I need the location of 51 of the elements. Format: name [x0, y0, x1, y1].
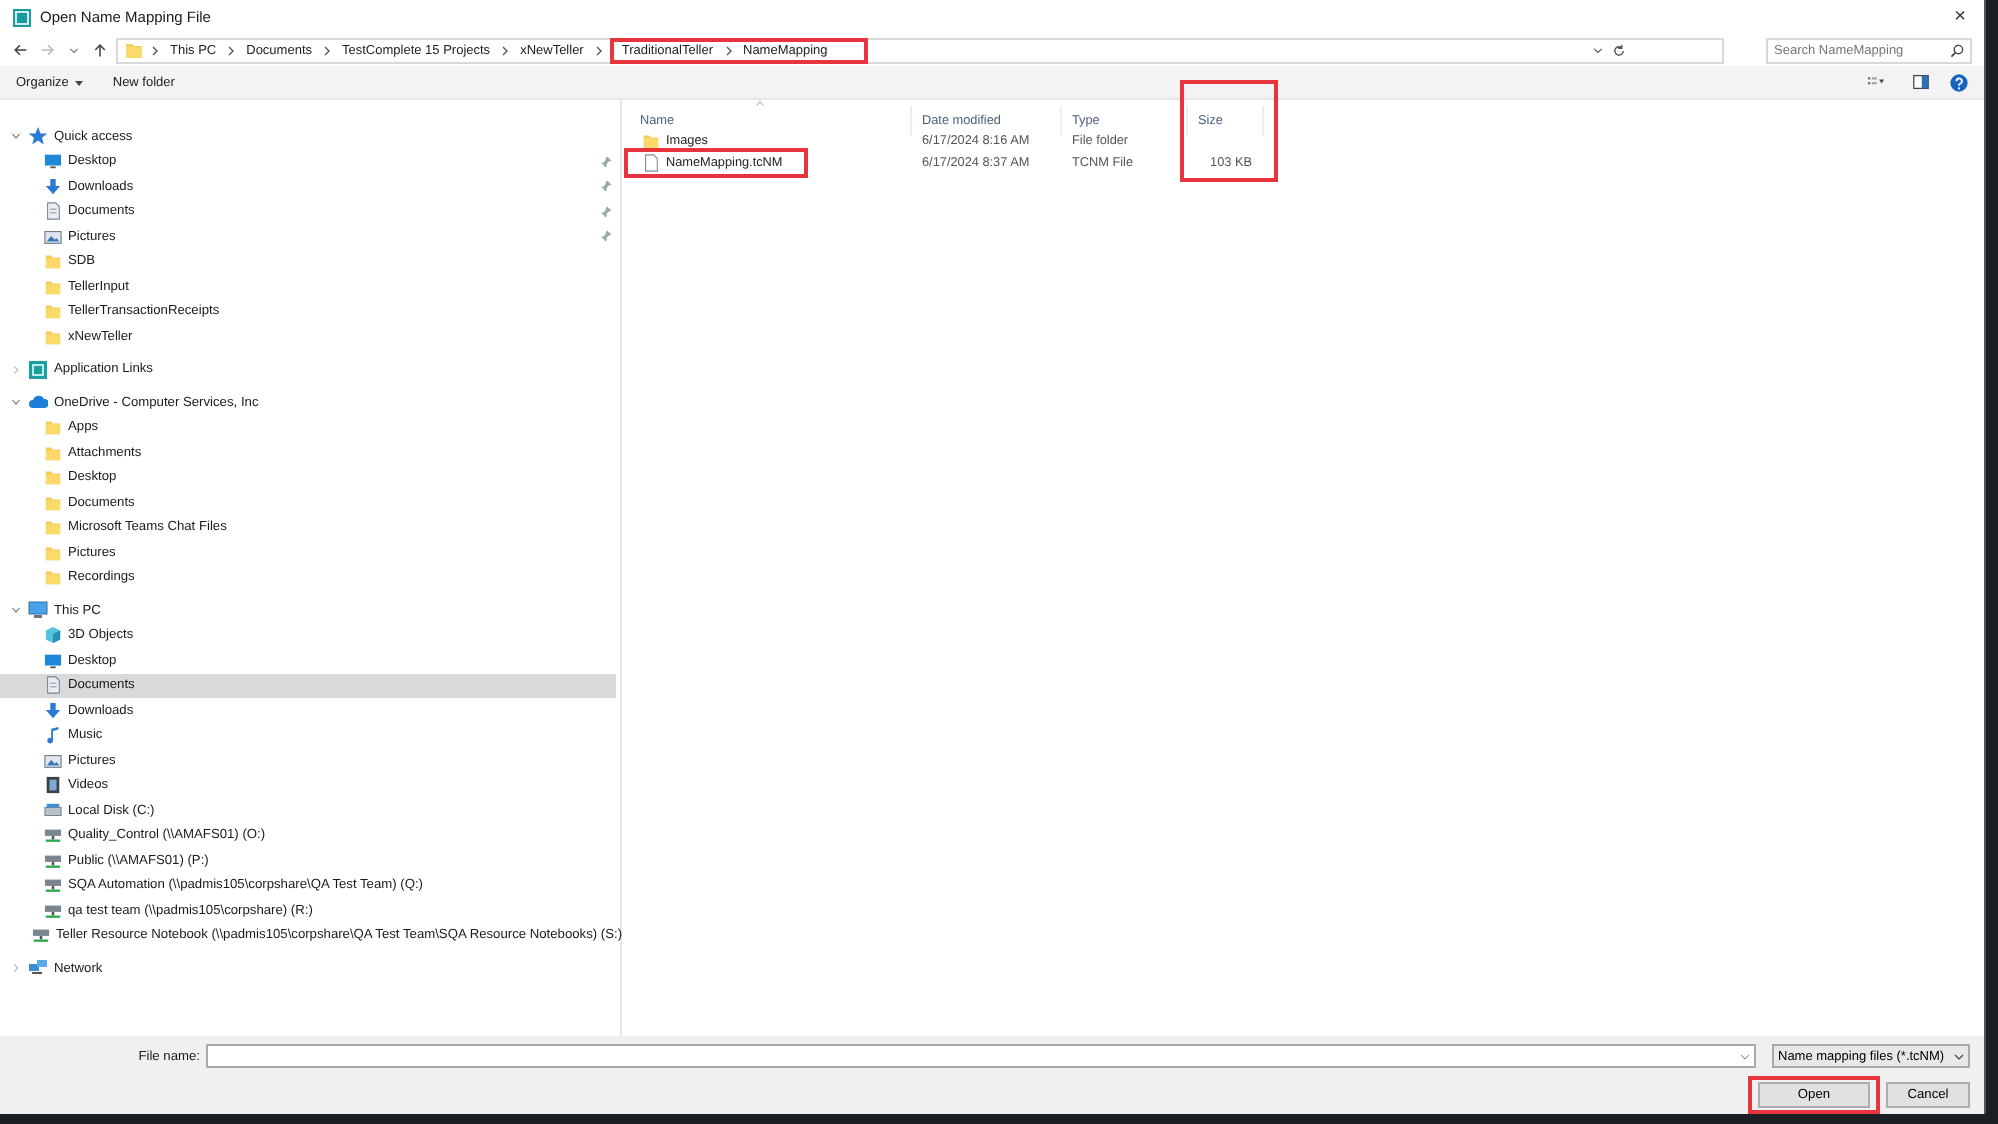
- dropdown-caret-icon: [1740, 1051, 1750, 1061]
- film-icon: [44, 776, 62, 795]
- music-note-icon: [44, 726, 62, 745]
- computer-icon: [28, 600, 48, 621]
- network-drive-icon: [44, 901, 62, 920]
- document-icon: [44, 676, 62, 695]
- network-drive-icon: [44, 876, 62, 895]
- folder-icon: [124, 40, 144, 60]
- network-drive-icon: [44, 851, 62, 870]
- folder-icon: [44, 568, 62, 587]
- search-icon: [1950, 43, 1964, 57]
- folder-icon: [44, 468, 62, 487]
- folder-icon: [44, 518, 62, 537]
- download-arrow-icon: [44, 177, 62, 196]
- up-arrow-icon: [92, 42, 108, 58]
- app-grid-icon: [28, 359, 48, 380]
- folder-icon: [44, 277, 62, 296]
- dropdown-caret-icon: [1592, 44, 1604, 56]
- file-name-field[interactable]: [206, 1044, 1756, 1068]
- folder-icon: [44, 493, 62, 512]
- folder-icon: [642, 131, 660, 150]
- monitor-icon: [44, 152, 62, 171]
- folder-icon: [44, 252, 62, 271]
- app-icon: [12, 7, 32, 27]
- help-icon: [1950, 73, 1968, 91]
- cube-icon: [44, 626, 62, 645]
- folder-icon: [44, 418, 62, 437]
- folder-icon: [44, 543, 62, 562]
- document-icon: [44, 202, 62, 221]
- preview-pane-icon: [1912, 74, 1930, 90]
- refresh-icon: [1612, 43, 1626, 57]
- folder-icon: [44, 327, 62, 346]
- star-icon: [28, 126, 48, 147]
- picture-icon: [44, 227, 62, 246]
- caret-icon: [74, 77, 85, 87]
- network-drive-icon: [44, 826, 62, 845]
- close-button[interactable]: ×: [1948, 6, 1972, 28]
- picture-icon: [44, 751, 62, 770]
- network-drive-icon: [32, 926, 50, 945]
- back-arrow-icon: [12, 42, 28, 58]
- network-icon: [28, 958, 48, 979]
- folder-icon: [44, 302, 62, 321]
- caret-icon: [1954, 1051, 1964, 1061]
- dropdown-caret-icon: [68, 44, 80, 56]
- download-arrow-icon: [44, 701, 62, 720]
- forward-arrow-icon: [40, 42, 56, 58]
- folder-icon: [44, 443, 62, 462]
- cloud-icon: [28, 392, 48, 413]
- hard-drive-icon: [44, 801, 62, 820]
- file-icon: [642, 154, 660, 173]
- monitor-icon: [44, 651, 62, 670]
